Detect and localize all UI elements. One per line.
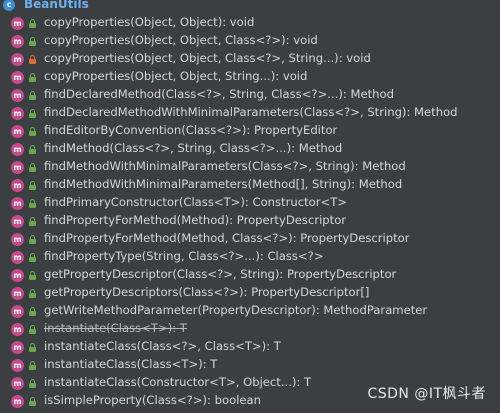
method-signature: isSimpleProperty(Class<?>): boolean	[44, 393, 261, 407]
method-icon: m	[11, 377, 24, 390]
lock-open-icon	[29, 325, 36, 334]
method-signature: findMethodWithMinimalParameters(Method[]…	[44, 177, 403, 191]
method-signature: instantiate(Class<T>): T	[44, 321, 187, 335]
lock-open-icon	[29, 361, 36, 370]
method-row[interactable]: m findPrimaryConstructor(Class<T>): Const…	[0, 194, 500, 212]
lock-open-icon	[29, 199, 36, 208]
structure-panel: c BeanUtils m copyProperties(Object, Obje…	[0, 0, 500, 413]
lock-open-icon	[29, 343, 36, 352]
method-signature: findPropertyForMethod(Method): PropertyD…	[44, 213, 347, 227]
lock-open-icon	[29, 163, 36, 172]
method-signature: instantiateClass(Class<?>, Class<T>): T	[44, 339, 281, 353]
class-name: BeanUtils	[24, 0, 89, 11]
method-signature: findDeclaredMethodWithMinimalParameters(…	[44, 105, 458, 119]
method-icon: m	[11, 89, 24, 102]
lock-open-icon	[29, 127, 36, 136]
method-icon: m	[11, 323, 24, 336]
lock-open-icon	[29, 217, 36, 226]
method-signature: getPropertyDescriptor(Class<?>, String):…	[44, 267, 397, 281]
method-signature: findPropertyType(String, Class<?>...): C…	[44, 249, 324, 263]
method-signature: copyProperties(Object, Object, String...…	[44, 69, 308, 83]
method-icon: m	[11, 17, 24, 30]
method-row[interactable]: m copyProperties(Object, Object, String..…	[0, 68, 500, 86]
method-row[interactable]: m findDeclaredMethod(Class<?>, String, Cl…	[0, 86, 500, 104]
method-signature: findDeclaredMethod(Class<?>, String, Cla…	[44, 87, 394, 101]
lock-open-icon	[29, 307, 36, 316]
method-signature: findMethodWithMinimalParameters(Class<?>…	[44, 159, 406, 173]
method-row[interactable]: m copyProperties(Object, Object): void	[0, 14, 500, 32]
method-row[interactable]: m getPropertyDescriptors(Class<?>): Prope…	[0, 284, 500, 302]
method-row[interactable]: m instantiateClass(Class<T>): T	[0, 356, 500, 374]
method-signature: copyProperties(Object, Object, Class<?>,…	[44, 51, 371, 65]
method-row[interactable]: m getWriteMethodParameter(PropertyDescrip…	[0, 302, 500, 320]
lock-open-icon	[29, 289, 36, 298]
method-icon: m	[11, 143, 24, 156]
method-row[interactable]: m findMethodWithMinimalParameters(Method[…	[0, 176, 500, 194]
method-icon: m	[11, 251, 24, 264]
method-row[interactable]: m findPropertyForMethod(Method, Class<?>)…	[0, 230, 500, 248]
lock-open-icon	[29, 397, 36, 406]
watermark: CSDN @IT枫斗者	[367, 386, 486, 402]
method-icon: m	[11, 395, 24, 408]
method-icon: m	[11, 341, 24, 354]
method-row[interactable]: m findEditorByConvention(Class<?>): Prope…	[0, 122, 500, 140]
method-signature: instantiateClass(Class<T>): T	[44, 357, 218, 371]
method-signature: findPrimaryConstructor(Class<T>): Constr…	[44, 195, 348, 209]
method-signature: copyProperties(Object, Object, Class<?>)…	[44, 33, 318, 47]
method-row[interactable]: m findMethod(Class<?>, String, Class<?>..…	[0, 140, 500, 158]
method-row[interactable]: m findPropertyType(String, Class<?>...): …	[0, 248, 500, 266]
method-row[interactable]: m findPropertyForMethod(Method): Property…	[0, 212, 500, 230]
method-signature: findPropertyForMethod(Method, Class<?>):…	[44, 231, 410, 245]
method-icon: m	[11, 35, 24, 48]
method-icon: m	[11, 71, 24, 84]
method-icon: m	[11, 215, 24, 228]
method-list: m copyProperties(Object, Object): void m co…	[0, 14, 500, 410]
lock-open-icon	[29, 19, 36, 28]
method-signature: getWriteMethodParameter(PropertyDescript…	[44, 303, 428, 317]
method-icon: m	[11, 53, 24, 66]
method-row[interactable]: m instantiateClass(Class<?>, Class<T>): T	[0, 338, 500, 356]
method-signature: findMethod(Class<?>, String, Class<?>...…	[44, 141, 343, 155]
lock-open-icon	[29, 253, 36, 262]
method-row[interactable]: m findDeclaredMethodWithMinimalParameters…	[0, 104, 500, 122]
lock-icon	[29, 55, 36, 64]
class-node[interactable]: c BeanUtils	[0, 0, 500, 14]
method-icon: m	[11, 179, 24, 192]
method-row[interactable]: m copyProperties(Object, Object, Class<?>…	[0, 50, 500, 68]
lock-open-icon	[29, 235, 36, 244]
method-signature: instantiateClass(Constructor<T>, Object.…	[44, 375, 312, 389]
lock-open-icon	[29, 271, 36, 280]
method-icon: m	[11, 161, 24, 174]
method-icon: m	[11, 269, 24, 282]
class-icon: c	[3, 0, 15, 11]
method-icon: m	[11, 233, 24, 246]
method-icon: m	[11, 305, 24, 318]
lock-open-icon	[29, 37, 36, 46]
method-row[interactable]: m findMethodWithMinimalParameters(Class<?…	[0, 158, 500, 176]
method-icon: m	[11, 107, 24, 120]
method-icon: m	[11, 125, 24, 138]
lock-open-icon	[29, 181, 36, 190]
method-row[interactable]: m copyProperties(Object, Object, Class<?>…	[0, 32, 500, 50]
lock-open-icon	[29, 379, 36, 388]
lock-open-icon	[29, 73, 36, 82]
lock-open-icon	[29, 145, 36, 154]
lock-open-icon	[29, 109, 36, 118]
method-signature: copyProperties(Object, Object): void	[44, 15, 255, 29]
method-signature: getPropertyDescriptors(Class<?>): Proper…	[44, 285, 370, 299]
method-icon: m	[11, 359, 24, 372]
method-icon: m	[11, 287, 24, 300]
method-row[interactable]: m getPropertyDescriptor(Class<?>, String)…	[0, 266, 500, 284]
method-row[interactable]: m instantiate(Class<T>): T	[0, 320, 500, 338]
method-icon: m	[11, 197, 24, 210]
method-signature: findEditorByConvention(Class<?>): Proper…	[44, 123, 338, 137]
lock-open-icon	[29, 91, 36, 100]
